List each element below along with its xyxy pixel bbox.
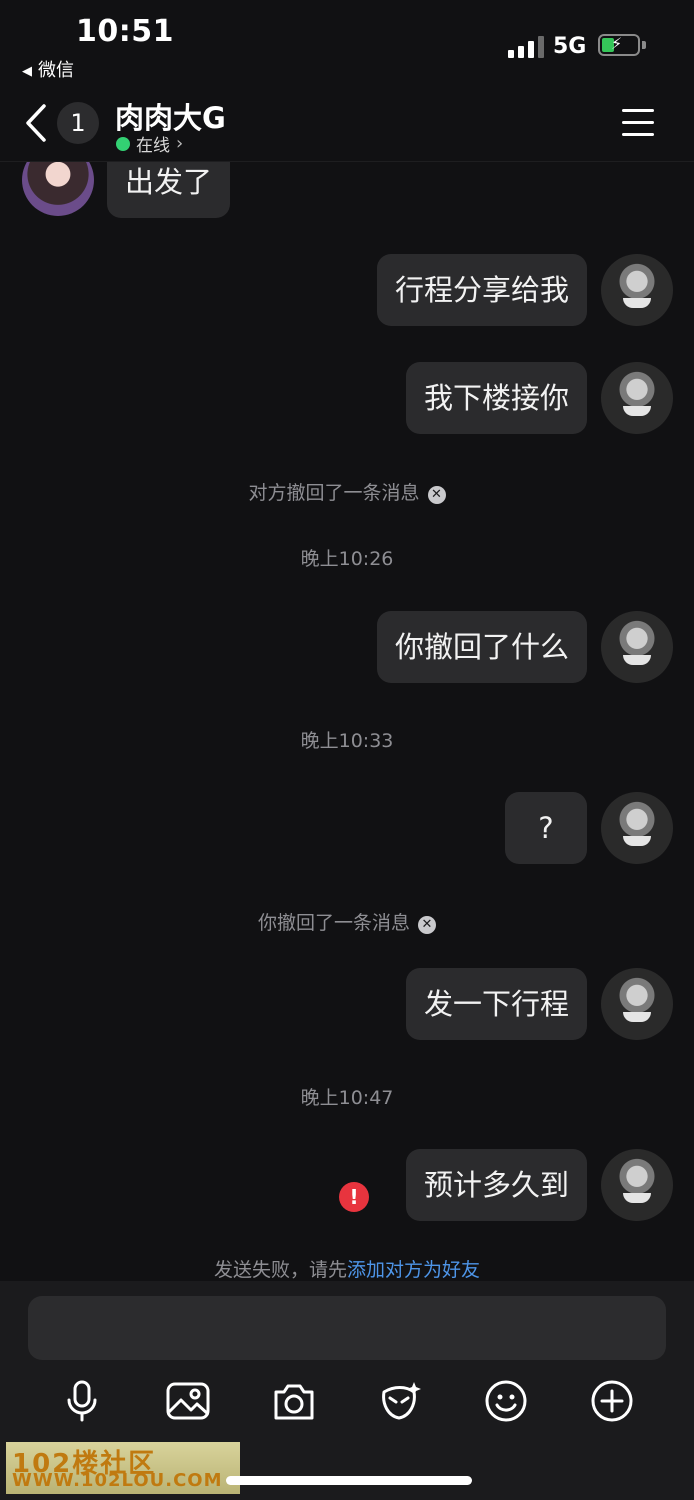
network-label: 5G <box>553 34 587 59</box>
outgoing-message[interactable]: 你撤回了什么 <box>376 611 587 683</box>
battery-icon: ⚡ <box>598 34 640 56</box>
close-icon[interactable]: ✕ <box>427 486 446 504</box>
back-app-label: 微信 <box>38 60 74 81</box>
add-friend-link[interactable]: 添加对方为好友 <box>347 1259 480 1280</box>
timestamp: 晚上10:33 <box>300 730 394 752</box>
signal-icon <box>508 34 544 58</box>
status-time: 10:51 <box>76 14 174 49</box>
outgoing-message[interactable]: 发一下行程 <box>405 968 587 1040</box>
add-icon[interactable] <box>589 1378 635 1424</box>
recall-notice-text: 对方撤回了一条消息 <box>248 482 420 504</box>
back-to-app-link[interactable]: ◀ 微信 <box>22 56 74 82</box>
timestamp: 晚上10:47 <box>300 1087 394 1109</box>
outgoing-message[interactable]: ? <box>505 792 587 864</box>
my-avatar[interactable] <box>601 968 673 1040</box>
unread-badge[interactable]: 1 <box>57 102 99 144</box>
presence-status[interactable]: 在线 › <box>116 131 183 156</box>
system-notice: 对方撤回了一条消息 ✕ <box>0 478 694 505</box>
close-icon[interactable]: ✕ <box>418 916 436 934</box>
incoming-message[interactable]: 出发了 <box>107 162 231 218</box>
system-notice: 你撤回了一条消息 ✕ <box>0 908 694 935</box>
recall-notice-text: 你撤回了一条消息 <box>257 912 410 934</box>
home-indicator[interactable] <box>226 1476 472 1485</box>
message-input[interactable] <box>28 1296 666 1360</box>
timestamp: 晚上10:26 <box>300 548 394 570</box>
battery-cap <box>642 41 646 49</box>
chat-area[interactable]: 出发了 行程分享给我 我下楼接你 对方撤回了一条消息 ✕ 晚上10:26 你撤回了… <box>0 162 694 1280</box>
watermark-url: WWW.102LOU.COM <box>12 1470 223 1491</box>
presence-label: 在线 <box>136 136 170 156</box>
my-avatar[interactable] <box>601 611 673 683</box>
my-avatar[interactable] <box>601 254 673 326</box>
send-failed-text: 发送失败，请先 <box>213 1259 347 1280</box>
online-dot-icon <box>116 136 130 151</box>
microphone-icon[interactable] <box>59 1378 105 1424</box>
outgoing-message[interactable]: 预计多久到 <box>405 1149 587 1221</box>
outgoing-message[interactable]: 我下楼接你 <box>405 362 587 434</box>
emoji-icon[interactable] <box>483 1378 529 1424</box>
back-chevron-icon[interactable] <box>24 104 48 142</box>
image-icon[interactable] <box>165 1378 211 1424</box>
my-avatar[interactable] <box>601 792 673 864</box>
contact-avatar[interactable] <box>22 162 94 216</box>
sticker-icon[interactable] <box>376 1378 422 1424</box>
camera-icon[interactable] <box>271 1378 317 1424</box>
outgoing-message[interactable]: 行程分享给我 <box>376 254 587 326</box>
my-avatar[interactable] <box>601 1149 673 1221</box>
send-error-icon[interactable]: ! <box>339 1182 369 1212</box>
chevron-right-icon: › <box>176 133 184 154</box>
my-avatar[interactable] <box>601 362 673 434</box>
menu-icon[interactable] <box>622 109 656 137</box>
send-failed-notice: 发送失败，请先添加对方为好友 <box>0 1255 694 1280</box>
back-triangle-icon: ◀ <box>22 64 32 79</box>
